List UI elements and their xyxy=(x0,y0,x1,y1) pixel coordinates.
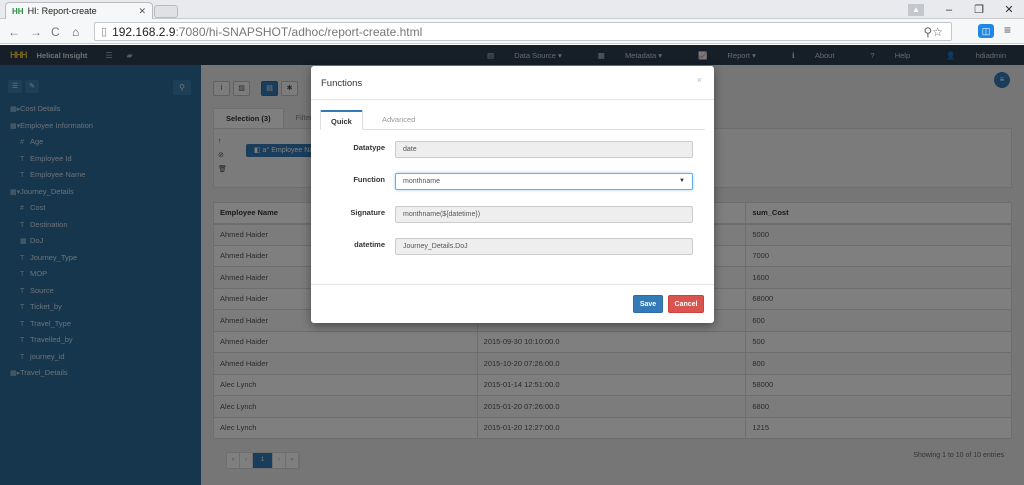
function-value: monthname xyxy=(403,178,440,185)
zoom-star-icons[interactable]: ⚲☆ xyxy=(923,25,943,39)
restore-icon[interactable]: ❐ xyxy=(964,3,994,16)
datetime-label: datetime xyxy=(354,240,385,249)
modal-tabs: Quick Advanced xyxy=(320,110,705,130)
extension-icon[interactable]: ◫ xyxy=(978,24,994,38)
forward-icon[interactable]: → xyxy=(30,25,42,39)
function-label: Function xyxy=(353,175,385,184)
datetime-field[interactable]: Journey_Details.DoJ xyxy=(395,238,693,255)
tab-quick[interactable]: Quick xyxy=(320,110,363,130)
chevron-down-icon: ▼ xyxy=(679,178,685,184)
browser-toolbar: ← → C ⌂ ▯ 192.168.2.9 :7080/hi-SNAPSHOT/… xyxy=(0,19,1024,44)
url-host: 192.168.2.9 xyxy=(112,24,176,39)
signature-field: monthname(${datetime}) xyxy=(395,206,693,223)
close-icon[interactable]: × xyxy=(697,75,702,85)
reload-icon[interactable]: C xyxy=(51,25,60,39)
profile-icon[interactable]: ▲ xyxy=(908,3,924,16)
home-icon[interactable]: ⌂ xyxy=(72,25,79,39)
save-button[interactable]: Save xyxy=(633,295,663,313)
tab-title: HI: Report-create xyxy=(27,6,97,16)
new-tab-button[interactable] xyxy=(154,5,178,18)
favicon-icon: HH xyxy=(12,6,24,16)
page-icon: ▯ xyxy=(101,26,108,38)
function-select[interactable]: monthname ▼ xyxy=(395,173,693,190)
datatype-field: date xyxy=(395,141,693,158)
back-icon[interactable]: ← xyxy=(8,25,20,39)
menu-icon[interactable]: ≡ xyxy=(1004,23,1011,37)
window-controls: ▲ – ❐ ✕ xyxy=(908,0,1024,19)
functions-modal: Functions × Quick Advanced Datatype date… xyxy=(311,66,714,323)
tab-advanced[interactable]: Advanced xyxy=(372,110,425,130)
address-bar[interactable]: ▯ 192.168.2.9 :7080/hi-SNAPSHOT/adhoc/re… xyxy=(94,22,952,41)
browser-tab[interactable]: HH HI: Report-create ✕ xyxy=(5,2,153,19)
cancel-button[interactable]: Cancel xyxy=(668,295,704,313)
url-path: :7080/hi-SNAPSHOT/adhoc/report-create.ht… xyxy=(175,24,423,39)
browser-tabbar: HH HI: Report-create ✕ ▲ – ❐ ✕ xyxy=(0,0,1024,19)
datatype-label: Datatype xyxy=(353,143,385,152)
minimize-icon[interactable]: – xyxy=(934,4,964,16)
close-window-icon[interactable]: ✕ xyxy=(994,3,1024,16)
modal-title: Functions xyxy=(321,78,363,89)
signature-label: Signature xyxy=(350,208,385,217)
close-tab-icon[interactable]: ✕ xyxy=(138,6,146,17)
